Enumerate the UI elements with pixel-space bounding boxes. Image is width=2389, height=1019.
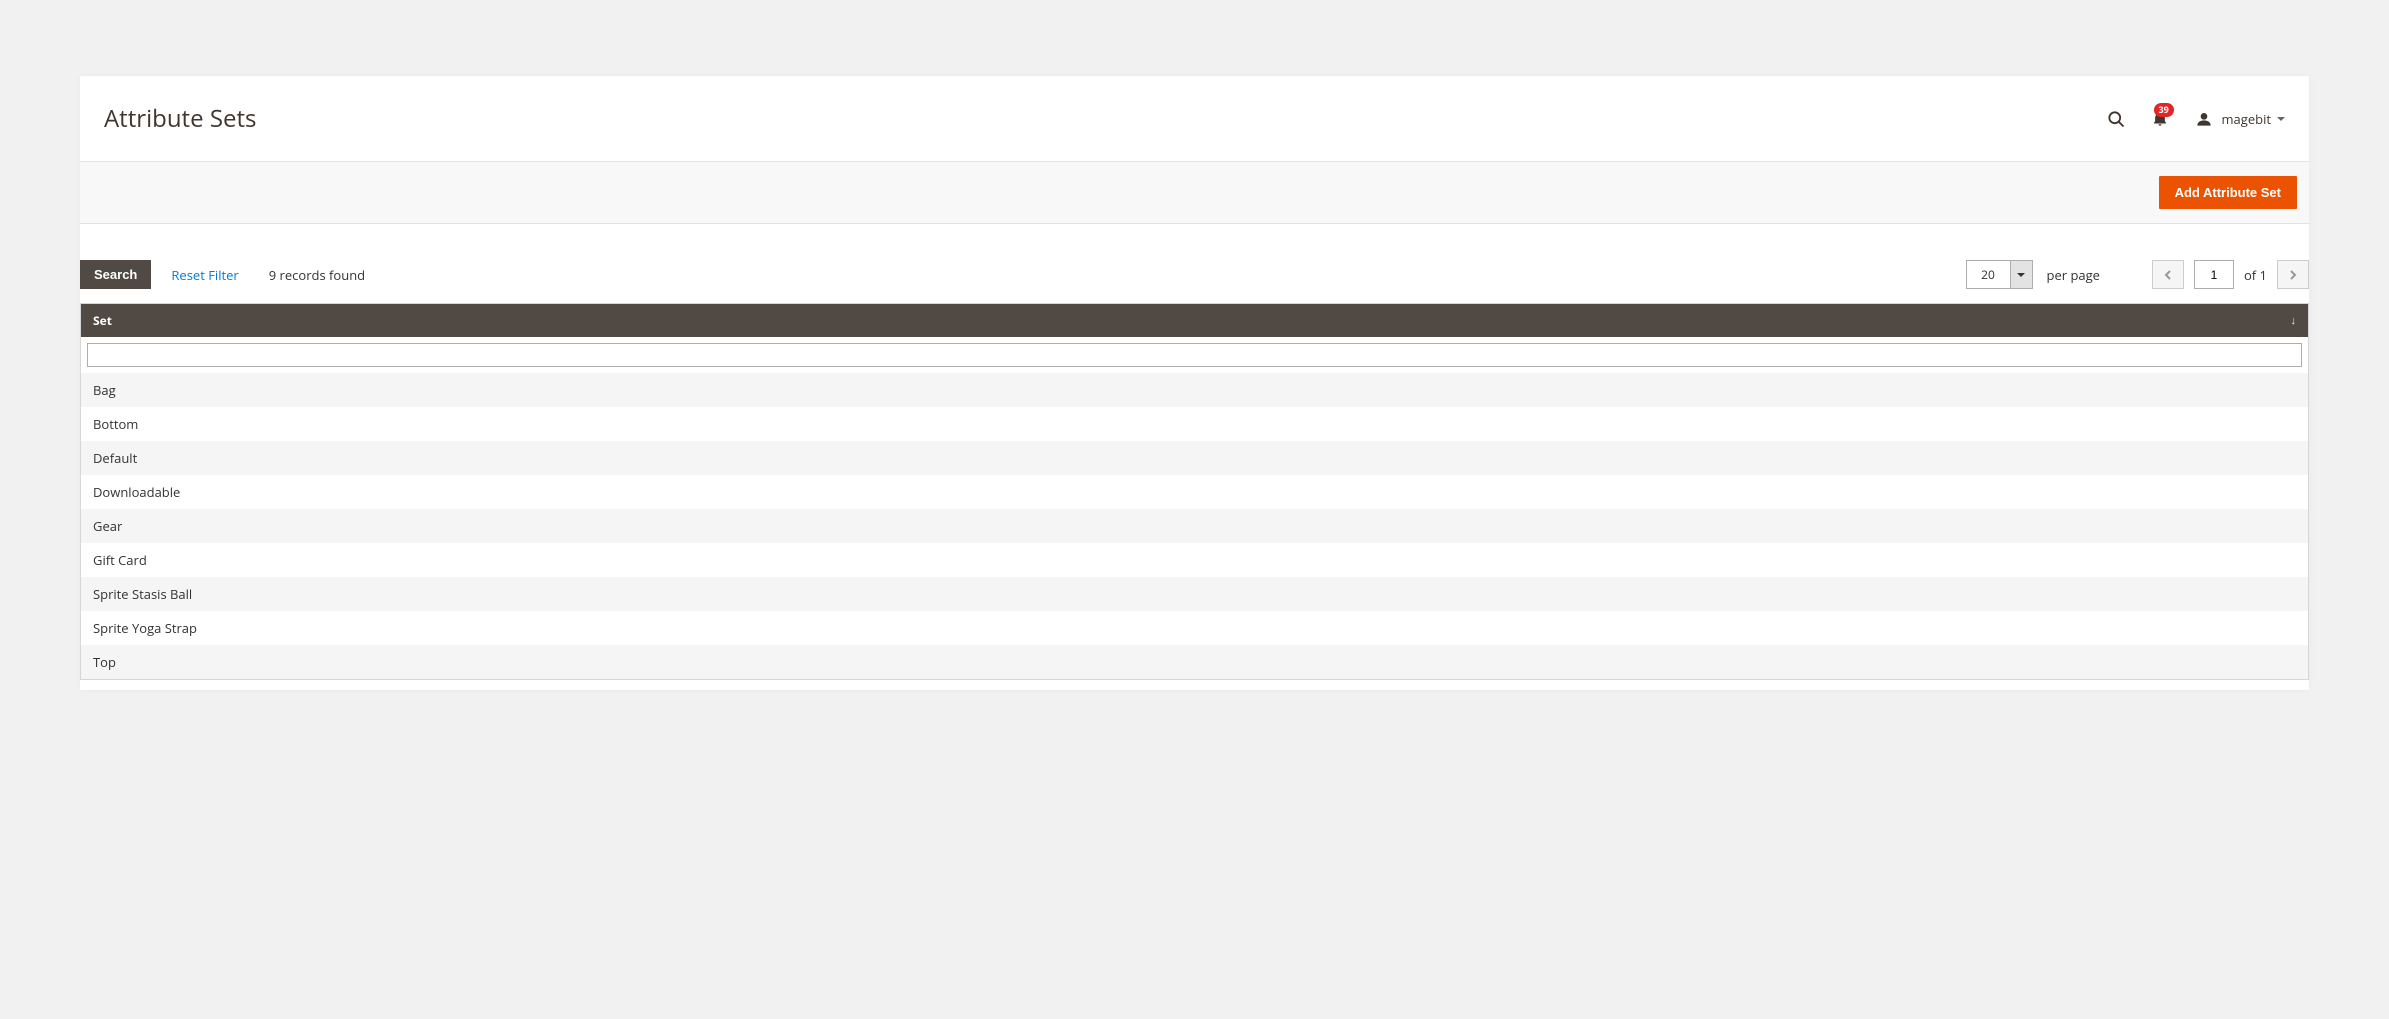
user-menu[interactable]: magebit [2192,107,2286,131]
table-row[interactable]: Default [81,441,2308,475]
current-page-input[interactable] [2194,260,2234,289]
page-header: Attribute Sets 39 [80,76,2309,161]
notification-badge: 39 [2154,103,2174,117]
main-panel: Attribute Sets 39 [80,76,2309,690]
page-size-select[interactable]: 20 [1966,260,2033,289]
page-size-dropdown-toggle[interactable] [2011,260,2033,289]
table-row[interactable]: Sprite Yoga Strap [81,611,2308,645]
chevron-down-icon [2277,117,2285,121]
table-row[interactable]: Gear [81,509,2308,543]
table-row[interactable]: Sprite Stasis Ball [81,577,2308,611]
attribute-set-grid: Set ↓ Bag Bottom Default Downloadable Ge… [80,303,2309,680]
grid-controls: Search Reset Filter 9 records found 20 p… [80,224,2309,297]
table-row[interactable]: Top [81,645,2308,679]
search-button[interactable]: Search [80,260,151,289]
grid-column-label: Set [93,312,112,329]
header-actions: 39 magebit [2104,107,2286,131]
add-attribute-set-button[interactable]: Add Attribute Set [2159,176,2297,209]
prev-page-button[interactable] [2152,260,2184,289]
page-size-value: 20 [1966,260,2011,289]
table-row[interactable]: Gift Card [81,543,2308,577]
username-label: magebit [2222,110,2272,128]
search-icon[interactable] [2104,107,2128,131]
grid-body: Bag Bottom Default Downloadable Gear Gif… [81,373,2308,679]
next-page-button[interactable] [2277,260,2309,289]
records-found-label: 9 records found [269,266,365,284]
notification-bell-icon[interactable]: 39 [2148,107,2172,131]
user-icon [2192,107,2216,131]
table-row[interactable]: Bottom [81,407,2308,441]
page-title: Attribute Sets [104,102,256,135]
set-filter-input[interactable] [87,343,2302,367]
sort-arrow-icon: ↓ [2291,313,2297,328]
per-page-label: per page [2047,266,2100,284]
grid-column-header-set[interactable]: Set ↓ [81,304,2308,337]
primary-toolbar: Add Attribute Set [80,161,2309,224]
of-pages-label: of 1 [2244,266,2267,284]
table-row[interactable]: Downloadable [81,475,2308,509]
grid-filter-row [81,337,2308,373]
table-row[interactable]: Bag [81,373,2308,407]
reset-filter-link[interactable]: Reset Filter [171,266,238,284]
